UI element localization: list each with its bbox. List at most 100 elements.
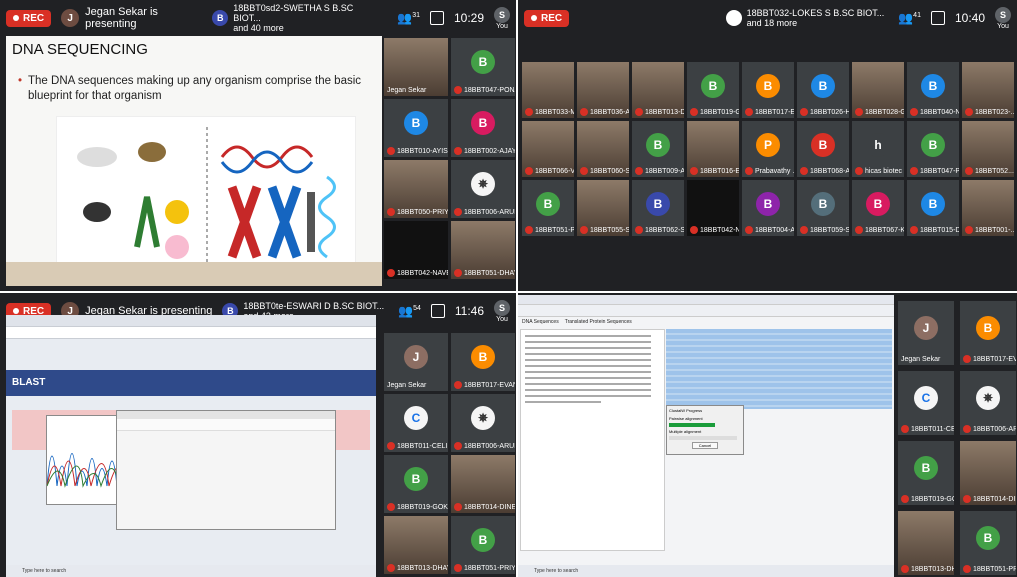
chat-icon[interactable] [429,11,444,25]
participant-tile[interactable]: 18BBT050-PRIYA... [384,160,448,218]
mic-muted-icon [454,147,462,155]
participant-tile[interactable]: 18BBT060-S... [577,121,629,177]
participant-tile[interactable]: B 18BBT059-S... [797,180,849,236]
participant-name-text: 18BBT001-... [975,226,1014,234]
participant-tile[interactable]: 18BBT042-NAVEE... [384,221,448,279]
self-view[interactable]: S You [995,6,1011,30]
participant-tile[interactable]: B 18BBT019-GOKU... [384,455,448,513]
alignment-grid[interactable] [666,329,892,409]
tab-protein-sequences[interactable]: Translated Protein Sequences [565,319,632,325]
participants-icon[interactable]: 👥54 [398,304,421,318]
participant-tile[interactable]: 18BBT051-DHAY... [451,221,515,279]
participant-tile[interactable]: 18BBT023-... [962,62,1014,118]
pinned-participant[interactable]: B 18BBT0sd2-SWETHA S B.SC BIOT... and 40 … [212,3,383,33]
mic-muted-icon [387,147,395,155]
windows-taskbar: Type here to search [6,565,376,577]
meeting-quadrant-3: REC J Jegan Sekar is presenting B 18BBT0… [0,293,516,577]
participant-name-text: 18BBT006-ARUNI... [464,442,515,450]
participant-tile[interactable]: B 18BBT004-A... [742,180,794,236]
participant-tile[interactable]: 18BBT066-VI... [522,121,574,177]
participant-name: 18BBT009-A... [635,167,684,175]
participant-tile[interactable]: B 18BBT040-N... [907,62,959,118]
participant-tile[interactable]: B 18BBT019-G... [687,62,739,118]
participant-tile[interactable]: B 18BBT026-H... [797,62,849,118]
participant-name: 18BBT062-S... [635,226,684,234]
participant-name-text: 18BBT013-D... [645,108,684,116]
participant-tile[interactable]: 18BBT052... [962,121,1014,177]
participant-tile[interactable]: 18BBT014-DINES... [960,441,1016,505]
participant-tile[interactable]: J Jegan Sekar [384,333,448,391]
participant-tile[interactable]: B 18BBT017-E... [742,62,794,118]
participant-tile[interactable]: Jegan Sekar [384,38,448,96]
mic-muted-icon [635,167,643,175]
participant-tile[interactable]: B 18BBT010-AYISH... [384,99,448,157]
participant-tile[interactable]: ✵ 18BBT006-ARUNI... [960,371,1016,435]
tab-dna-sequences[interactable]: DNA Sequences [522,319,559,325]
participant-tile[interactable]: 18BBT013-DHAY... [384,516,448,574]
mic-muted-icon [690,226,698,234]
participant-tile[interactable]: 18BBT055-S... [577,180,629,236]
participant-tile[interactable]: B 18BBT002-AJAY ... [451,99,515,157]
participant-name-text: 18BBT023-... [975,108,1014,116]
participant-name: Jegan Sekar [387,382,426,389]
mega-toolbar[interactable] [117,419,335,431]
participant-tile[interactable]: h hicas biotec [852,121,904,177]
participant-tile[interactable]: B 18BBT017-EVAN... [960,301,1016,365]
participant-tile[interactable]: B 18BBT047-PONA... [451,38,515,96]
sequence-name-lines [525,335,651,403]
presenter-info: J Jegan Sekar is presenting [61,6,212,30]
participant-tile[interactable]: B 18BBT062-S... [632,180,684,236]
participant-tile[interactable]: B 18BBT068-A... [797,121,849,177]
participant-tile[interactable]: B 18BBT009-A... [632,121,684,177]
participant-avatar: B [471,345,495,370]
participant-tile[interactable]: 18BBT013-D... [632,62,684,118]
participants-icon[interactable]: 👥31 [397,11,420,25]
participant-tile[interactable]: B 18BBT019-GOKU... [898,441,954,505]
participant-tile[interactable]: J Jegan Sekar [898,301,954,365]
mega-toolbar[interactable] [518,305,894,317]
chat-icon[interactable] [430,304,445,318]
participant-tile[interactable]: 18BBT028-G... [852,62,904,118]
cancel-button[interactable]: Cancel [692,442,718,449]
participant-tile[interactable]: 18BBT042-N... [687,180,739,236]
sequence-name-list[interactable] [520,329,665,551]
participant-tile[interactable]: B 18BBT017-EVAN... [451,333,515,391]
participant-tile[interactable]: ✵ 18BBT006-ARUNI... [451,394,515,452]
chat-icon[interactable] [930,11,945,25]
participants-icon[interactable]: 👥41 [898,11,921,25]
participant-tile[interactable]: B 18BBT015-D... [907,180,959,236]
participant-tile[interactable]: 18BBT033-M... [522,62,574,118]
self-view[interactable]: S You [494,6,510,30]
mic-muted-icon [387,564,395,572]
participant-name: Prabavathy ... [745,167,794,175]
self-view[interactable]: S You [494,299,510,323]
mic-muted-icon [635,108,643,116]
participant-tile[interactable]: B 18BBT051-P... [522,180,574,236]
address-bar[interactable] [6,327,376,339]
participant-tile[interactable]: 18BBT001-... [962,180,1014,236]
mic-muted-icon [855,167,863,175]
participant-name-text: 18BBT015-D... [920,226,959,234]
participant-tile[interactable]: C 18BBT011-CELIN... [384,394,448,452]
participant-tile[interactable]: C 18BBT011-CELIN... [898,371,954,435]
participant-name: 18BBT026-H... [800,108,849,116]
mega-window[interactable] [116,410,336,530]
participant-tile[interactable]: B 18BBT047-P... [907,121,959,177]
mega-menubar[interactable] [518,295,894,305]
participant-tile[interactable]: ✵ 18BBT006-ARUNI... [451,160,515,218]
participant-tile[interactable]: 18BBT013-DHAY... [898,511,954,575]
mic-muted-icon [525,108,533,116]
pinned-participant[interactable]: 18BBT032-LOKES S B.SC BIOT... and 18 more [725,8,884,28]
participant-tile[interactable]: 18BBT016-E... [687,121,739,177]
participant-tile[interactable]: B 18BBT051-PRIYA... [451,516,515,574]
participant-tile[interactable]: B 18BBT067-K... [852,180,904,236]
participant-name: 18BBT051-P... [525,226,574,234]
mic-muted-icon [690,108,698,116]
participant-name-text: 18BBT019-GOKU... [397,503,448,511]
participant-name: 18BBT017-EVAN... [963,355,1016,363]
participant-tile[interactable]: 18BBT036-A... [577,62,629,118]
participant-name: 18BBT051-PRIYA... [454,564,515,572]
participant-tile[interactable]: 18BBT014-DINES... [451,455,515,513]
participant-tile[interactable]: B 18BBT051-PRIYA... [960,511,1016,575]
participant-tile[interactable]: P Prabavathy ... [742,121,794,177]
